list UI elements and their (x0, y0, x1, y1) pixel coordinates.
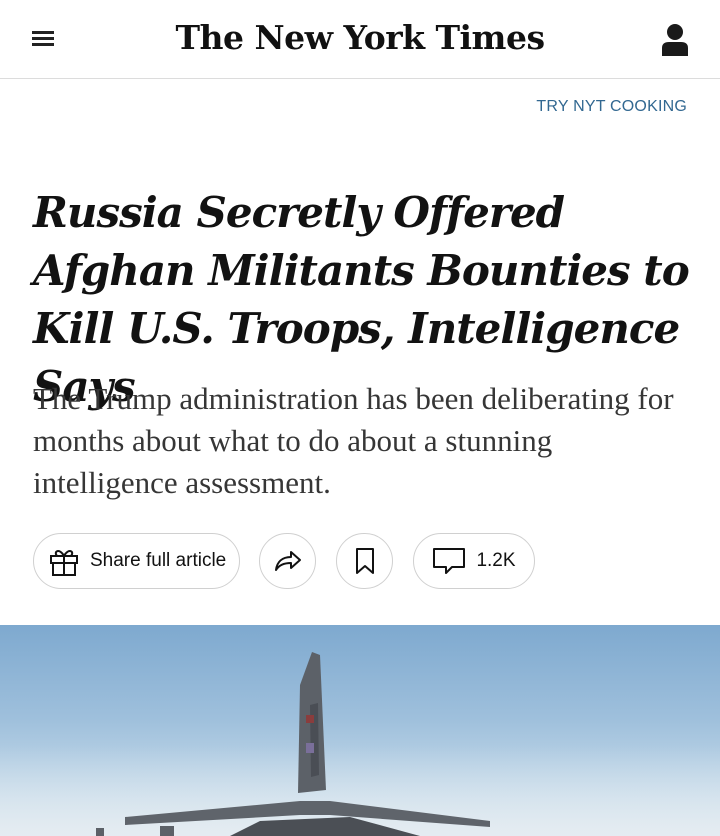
comment-icon (433, 548, 466, 574)
top-bar: The New York Times (0, 0, 720, 79)
lead-image-military-aircraft (0, 625, 720, 836)
share-arrow-icon (274, 551, 301, 571)
share-button[interactable] (259, 533, 316, 589)
comment-count: 1.2K (476, 550, 516, 571)
bookmark-icon (355, 548, 374, 574)
comments-button[interactable]: 1.2K (413, 533, 535, 589)
try-nyt-cooking-link[interactable]: TRY NYT COOKING (536, 98, 687, 116)
user-account-icon (662, 24, 688, 56)
account-button[interactable] (656, 20, 694, 60)
gift-icon (50, 550, 78, 576)
share-full-article-button[interactable]: Share full article (33, 533, 240, 589)
masthead-logo[interactable]: The New York Times (0, 14, 720, 62)
article-summary: The Trump administration has been delibe… (33, 381, 674, 500)
share-full-article-label: Share full article (90, 550, 227, 571)
aircraft-illustration (0, 652, 720, 836)
save-bookmark-button[interactable] (336, 533, 393, 589)
